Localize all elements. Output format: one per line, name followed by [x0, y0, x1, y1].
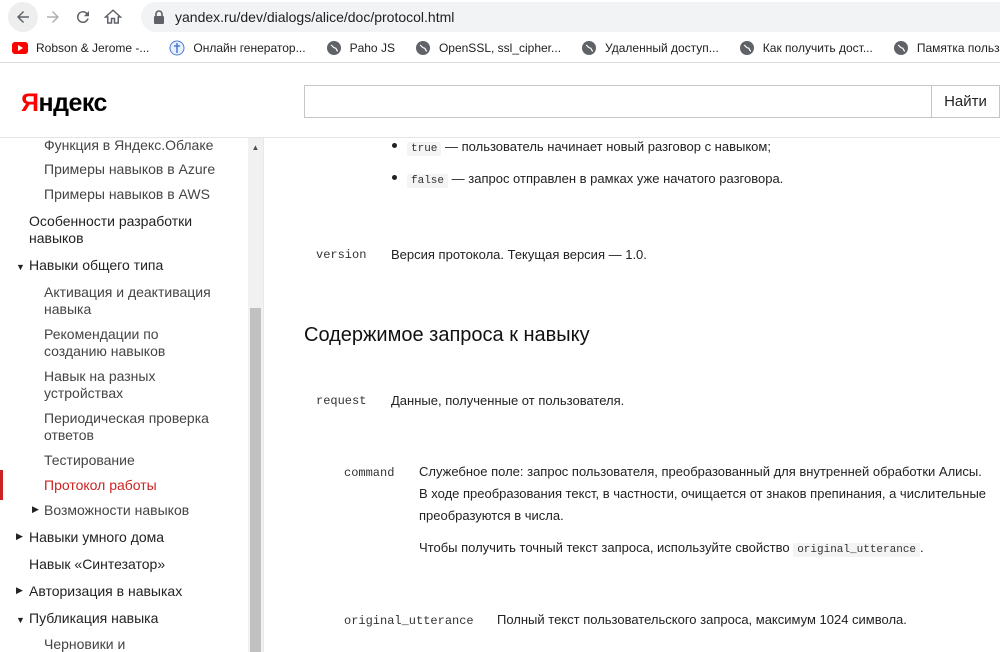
bookmark-label: OpenSSL, ssl_cipher...: [438, 41, 562, 55]
arrow-right-icon: [47, 11, 59, 23]
generator-icon: [169, 40, 185, 56]
bookmark-label: Как получить дост...: [762, 41, 873, 55]
desc-line: преобразуются в числа.: [419, 508, 564, 523]
hint-end: .: [920, 540, 924, 555]
sidebar-item[interactable]: Навыки общего типа: [29, 257, 229, 274]
bookmark-label: Памятка пользова...: [916, 41, 1000, 55]
sidebar-item[interactable]: Периодическая проверка ответов: [44, 410, 224, 444]
bullet-text: — пользователь начинает новый разговор с…: [445, 139, 771, 154]
globe-icon: [739, 40, 755, 56]
bullet: [392, 143, 397, 148]
sidebar-item[interactable]: Навык «Синтезатор»: [29, 556, 229, 573]
bookmark-item[interactable]: Онлайн генератор...: [169, 40, 306, 56]
yandex-logo[interactable]: Яндекс: [21, 89, 107, 118]
sidebar-item[interactable]: Возможности навыков: [44, 502, 234, 519]
field-key-original-utterance: original_utterance: [344, 614, 474, 628]
code-original-utterance: original_utterance: [793, 543, 921, 557]
sidebar-item[interactable]: Функция в Яндекс.Облаке: [44, 138, 234, 154]
sidebar-scrollbar[interactable]: ▲: [248, 138, 263, 652]
field-desc-request: Данные, полученные от пользователя.: [391, 393, 625, 408]
lock-icon: [154, 10, 164, 24]
bookmark-item[interactable]: Robson & Jerome -...: [12, 40, 149, 56]
bookmark-label: Онлайн генератор...: [193, 41, 306, 55]
code-false: false: [407, 174, 449, 188]
bookmark-item[interactable]: OpenSSL, ssl_cipher...: [415, 40, 561, 56]
active-item-marker: [0, 470, 3, 500]
sidebar-item[interactable]: Черновики и: [44, 636, 234, 652]
globe-icon: [326, 40, 342, 56]
globe-icon: [893, 40, 909, 56]
doc-content: true — пользователь начинает новый разго…: [264, 138, 1000, 652]
caret-right-icon[interactable]: ▶: [16, 585, 23, 596]
logo-rest: ндекс: [38, 89, 107, 117]
forward-button[interactable]: [38, 2, 68, 32]
caret-down-icon[interactable]: ▼: [16, 615, 25, 625]
caret-right-icon[interactable]: ▶: [16, 531, 23, 542]
scroll-thumb[interactable]: [250, 308, 261, 652]
bookmark-label: Robson & Jerome -...: [36, 41, 150, 55]
desc-line: В ходе преобразования текст, в частности…: [419, 486, 987, 501]
search-input[interactable]: [304, 85, 931, 118]
bookmarks-bar: Robson & Jerome -... Онлайн генератор...…: [0, 34, 1000, 63]
reload-button[interactable]: [68, 2, 98, 32]
bookmark-item[interactable]: Paho JS: [326, 40, 395, 56]
hint-text: Чтобы получить точный текст запроса, исп…: [419, 540, 790, 555]
globe-icon: [581, 40, 597, 56]
browser-toolbar: yandex.ru/dev/dialogs/alice/doc/protocol…: [0, 0, 1000, 34]
field-desc-original-utterance: Полный текст пользовательского запроса, …: [497, 612, 907, 627]
reload-icon: [76, 11, 89, 24]
address-bar[interactable]: yandex.ru/dev/dialogs/alice/doc/protocol…: [141, 2, 1000, 32]
field-key-version: version: [316, 248, 367, 262]
bullet-item: true — пользователь начинает новый разго…: [407, 138, 771, 160]
sidebar-item[interactable]: Рекомендации по созданию навыков: [44, 326, 184, 360]
bookmark-item[interactable]: Памятка пользова...: [893, 40, 1000, 56]
sidebar-item[interactable]: Тестирование: [44, 452, 234, 469]
bookmark-item[interactable]: Удаленный доступ...: [581, 40, 719, 56]
caret-down-icon[interactable]: ▼: [16, 262, 25, 272]
code-true: true: [407, 142, 442, 156]
field-desc-command: Служебное поле: запрос пользователя, пре…: [419, 461, 999, 561]
bookmark-label: Paho JS: [349, 41, 395, 55]
sidebar-item[interactable]: Навыки умного дома: [29, 529, 229, 546]
caret-right-icon[interactable]: ▶: [32, 504, 39, 515]
sidebar-item[interactable]: Примеры навыков в AWS: [44, 186, 234, 203]
home-icon: [104, 9, 122, 24]
bookmark-label: Удаленный доступ...: [605, 41, 719, 55]
docs-sidebar: Функция в Яндекс.Облаке Примеры навыков …: [0, 138, 264, 652]
bullet-item: false — запрос отправлен в рамках уже на…: [407, 168, 783, 192]
sidebar-item[interactable]: Активация и деактивация навыка: [44, 284, 219, 318]
desc-hint: Чтобы получить точный текст запроса, исп…: [419, 537, 999, 561]
globe-icon: [415, 40, 431, 56]
desc-line: Служебное поле: запрос пользователя, пре…: [419, 464, 982, 479]
search-button[interactable]: Найти: [931, 85, 1000, 118]
url-text: yandex.ru/dev/dialogs/alice/doc/protocol…: [175, 9, 455, 25]
home-button[interactable]: [98, 2, 128, 32]
sidebar-item-active[interactable]: Протокол работы: [44, 477, 234, 494]
scroll-up-icon[interactable]: ▲: [248, 140, 263, 154]
logo-first-letter: Я: [21, 89, 39, 117]
arrow-left-icon: [17, 11, 29, 23]
back-button[interactable]: [8, 2, 38, 32]
bullet-text: — запрос отправлен в рамках уже начатого…: [451, 171, 784, 186]
sidebar-item[interactable]: Навык на разных устройствах: [44, 368, 169, 402]
field-key-request: request: [316, 394, 367, 408]
bookmark-item[interactable]: Как получить дост...: [739, 40, 873, 56]
sidebar-item[interactable]: Особенности разработки навыков: [29, 213, 219, 247]
site-header: Яндекс Найти: [0, 64, 1000, 138]
field-key-command: command: [344, 466, 395, 480]
field-desc-version: Версия протокола. Текущая версия — 1.0.: [391, 247, 647, 262]
youtube-icon: [12, 40, 28, 56]
section-title: Содержимое запроса к навыку: [304, 324, 590, 346]
sidebar-item[interactable]: Примеры навыков в Azure: [44, 161, 234, 178]
sidebar-item[interactable]: Авторизация в навыках: [29, 583, 229, 600]
sidebar-item[interactable]: Публикация навыка: [29, 610, 229, 627]
bullet: [392, 175, 397, 180]
